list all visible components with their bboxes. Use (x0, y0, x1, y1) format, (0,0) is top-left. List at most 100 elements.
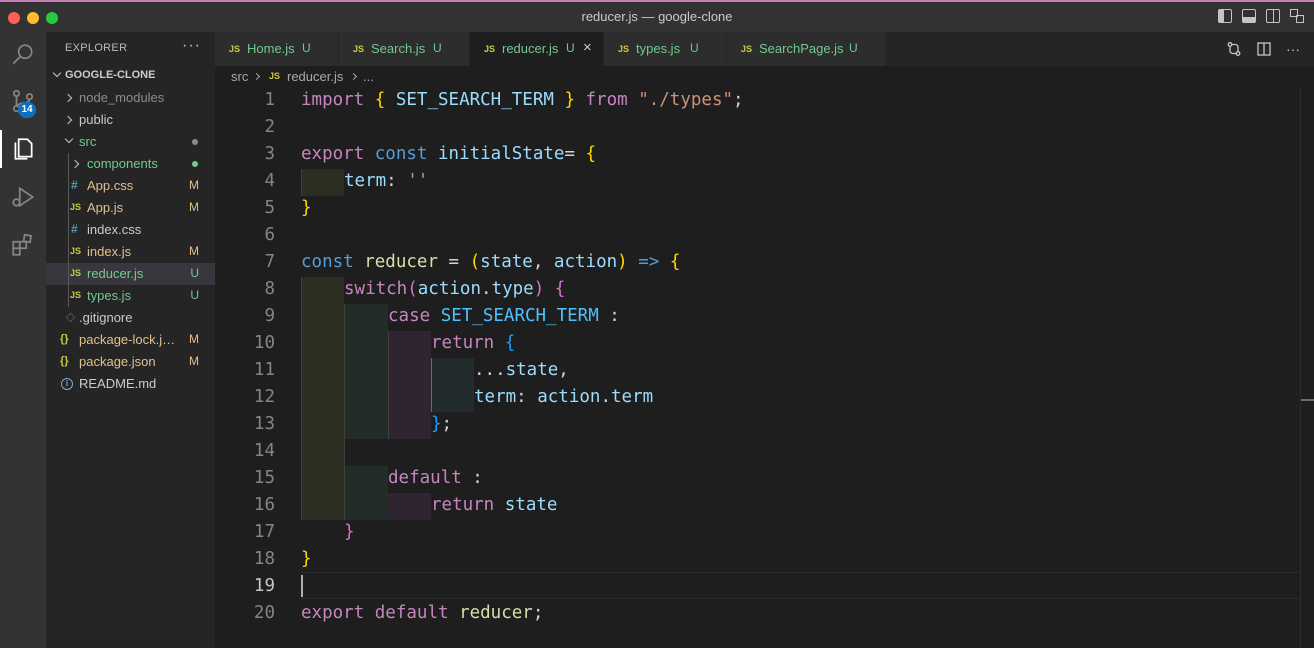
tree-item-label: src (79, 134, 97, 149)
info-file-icon: i (61, 378, 73, 390)
status-dot (192, 161, 198, 167)
code-line: case SET_SEARCH_TERM : (388, 306, 620, 326)
breadcrumb-folder[interactable]: src (231, 69, 248, 84)
title-bar: reducer.js — google-clone (0, 0, 1314, 32)
toggle-primary-sidebar-icon[interactable] (1218, 9, 1232, 23)
tree-item-label: components (87, 156, 158, 171)
indent-highlight (301, 169, 344, 196)
close-icon[interactable]: × (583, 39, 592, 56)
js-file-icon: JS (70, 246, 82, 256)
more-actions-icon[interactable]: ··· (182, 37, 201, 55)
tab-label: SearchPage.js (759, 41, 844, 56)
chevron-right-icon (63, 93, 73, 103)
line-number: 12 (253, 387, 275, 407)
breadcrumb: src JS reducer.js ... (215, 66, 1314, 88)
customize-layout-icon[interactable] (1290, 9, 1304, 23)
split-editor-icon[interactable] (1256, 41, 1272, 57)
line-number: 17 (253, 522, 275, 542)
line-number: 8 (264, 279, 275, 299)
search-icon[interactable] (0, 32, 46, 78)
indent-guide (301, 277, 302, 520)
tree-indent-guide (68, 197, 69, 219)
tree-item-components[interactable]: components (46, 153, 215, 175)
git-file-icon (65, 312, 76, 323)
toggle-secondary-sidebar-icon[interactable] (1266, 9, 1280, 23)
tree-item-index-css[interactable]: # index.css (46, 219, 215, 241)
tree-item-package-json[interactable]: {} package.json M (46, 351, 215, 373)
editor-scrollbar[interactable] (1300, 88, 1314, 648)
explorer-header: EXPLORER (65, 42, 128, 54)
current-line-highlight (301, 572, 1300, 599)
open-changes-icon[interactable] (1226, 41, 1242, 57)
project-folder[interactable]: GOOGLE-CLONE (46, 65, 215, 87)
line-number: 4 (264, 171, 275, 191)
tree-indent-guide (68, 263, 69, 285)
git-status: M (189, 244, 199, 258)
tree-item-public[interactable]: public (46, 109, 215, 131)
tab-home-js[interactable]: JS Home.js U (215, 32, 339, 66)
tab-git-status: U (433, 41, 442, 55)
tree-item-label: reducer.js (87, 266, 144, 281)
line-number: 2 (264, 117, 275, 137)
js-file-icon: JS (353, 44, 365, 54)
line-number: 10 (253, 333, 275, 353)
indent-highlight (388, 493, 431, 520)
source-control-icon[interactable]: 14 (0, 78, 46, 124)
js-file-icon: JS (618, 44, 630, 54)
tree-item-app-js[interactable]: JS App.js M (46, 197, 215, 219)
tree-item-types-js[interactable]: JS types.js U (46, 285, 215, 307)
code-line: term: '' (344, 171, 429, 191)
line-number: 11 (253, 360, 275, 380)
code-line: } (301, 549, 312, 569)
indent-highlight (344, 466, 388, 520)
breadcrumb-file[interactable]: reducer.js (287, 69, 343, 84)
tree-item-label: App.css (87, 178, 134, 193)
line-number: 5 (264, 198, 275, 218)
tree-item-label: package-lock.json (79, 332, 179, 347)
tab-searchpage-js[interactable]: JS SearchPage.js U (727, 32, 886, 66)
indent-guide (431, 358, 432, 412)
toggle-panel-icon[interactable] (1242, 9, 1256, 23)
indent-highlight (431, 358, 474, 412)
source-control-badge: 14 (18, 102, 36, 118)
tree-item-app-css[interactable]: # App.css M (46, 175, 215, 197)
tree-item-src[interactable]: src (46, 131, 215, 153)
code-editor[interactable]: 1 2 3 4 5 6 7 8 9 10 11 12 13 14 15 16 1… (215, 88, 1300, 648)
git-status: U (190, 266, 199, 280)
line-number: 7 (264, 252, 275, 272)
js-file-icon: JS (70, 290, 82, 300)
activity-bar: 14 (0, 32, 46, 648)
tab-types-js[interactable]: JS types.js U (604, 32, 727, 66)
editor-more-actions-icon[interactable]: ··· (1286, 41, 1300, 57)
tab-git-status: U (849, 41, 858, 55)
tab-reducer-js[interactable]: JS reducer.js U × (470, 32, 604, 66)
tab-search-js[interactable]: JS Search.js U (339, 32, 470, 66)
line-number: 9 (264, 306, 275, 326)
indent-highlight (301, 277, 344, 520)
git-status: M (189, 200, 199, 214)
project-label: GOOGLE-CLONE (65, 69, 156, 81)
extensions-icon[interactable] (0, 222, 46, 268)
code-line: } (344, 522, 355, 542)
git-status: M (189, 178, 199, 192)
tree-item-label: index.css (87, 222, 142, 237)
breadcrumb-symbols[interactable]: ... (363, 69, 374, 84)
tab-label: Home.js (247, 41, 295, 56)
tree-item-label: README.md (79, 376, 157, 391)
line-number: 20 (253, 603, 275, 623)
explorer-icon[interactable] (0, 126, 46, 172)
run-debug-icon[interactable] (0, 174, 46, 220)
chevron-right-icon (63, 115, 73, 125)
line-number: 16 (253, 495, 275, 515)
tree-item-reducer-js[interactable]: JS reducer.js U (46, 263, 215, 285)
git-status: M (189, 354, 199, 368)
line-number: 1 (264, 90, 275, 110)
json-file-icon: {} (60, 355, 69, 367)
tree-item-package-lock-json[interactable]: {} package-lock.json M (46, 329, 215, 351)
tab-label: types.js (636, 41, 681, 56)
indent-guide (344, 304, 345, 520)
tree-item-gitignore[interactable]: .gitignore (46, 307, 215, 329)
tree-item-readme-md[interactable]: i README.md (46, 373, 215, 395)
tree-item-node-modules[interactable]: node_modules (46, 87, 215, 109)
tree-item-index-js[interactable]: JS index.js M (46, 241, 215, 263)
